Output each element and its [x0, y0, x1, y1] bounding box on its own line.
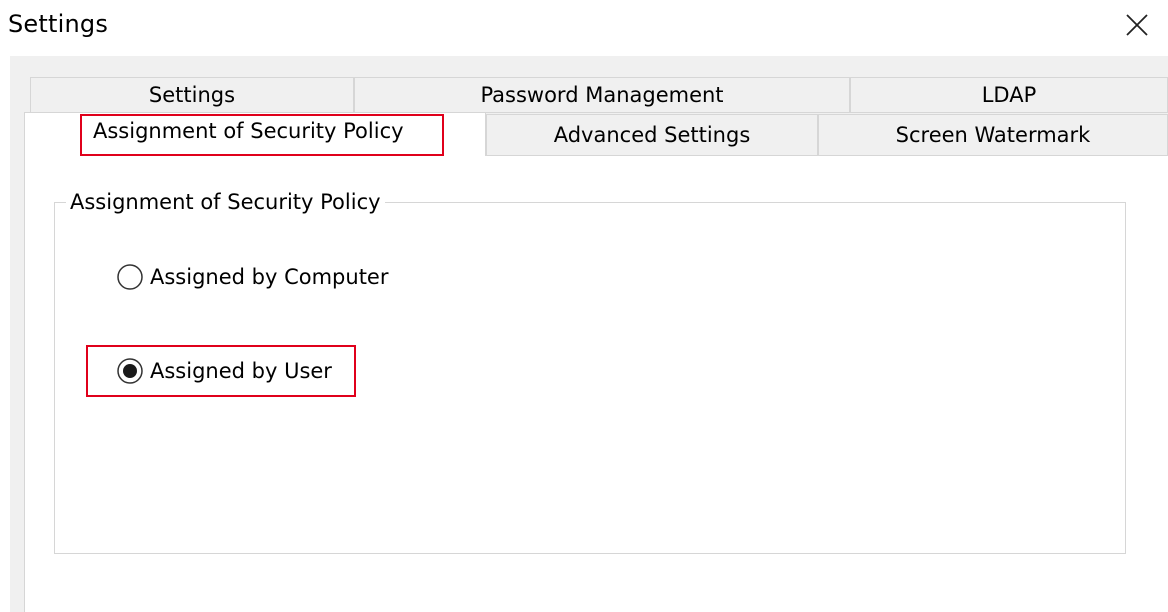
- radio-assigned-by-user[interactable]: Assigned by User: [116, 357, 332, 385]
- radio-unchecked-icon: [117, 264, 143, 290]
- tab-advanced-settings[interactable]: Advanced Settings: [486, 114, 818, 156]
- tab-ldap[interactable]: LDAP: [850, 77, 1168, 113]
- radio-checked-icon: [117, 358, 143, 384]
- tab-settings[interactable]: Settings: [30, 77, 354, 113]
- tab-label: Assignment of Security Policy: [93, 119, 404, 143]
- radio-label: Assigned by Computer: [150, 265, 389, 289]
- tab-label: Password Management: [480, 83, 724, 107]
- groupbox-legend: Assignment of Security Policy: [66, 190, 385, 214]
- radio-label: Assigned by User: [150, 359, 332, 383]
- close-icon: [1126, 14, 1148, 36]
- tab-label: Settings: [148, 83, 236, 107]
- tab-label: Advanced Settings: [553, 123, 751, 147]
- close-button[interactable]: [1124, 12, 1150, 38]
- tab-screen-watermark[interactable]: Screen Watermark: [818, 114, 1168, 156]
- radio-assigned-by-computer[interactable]: Assigned by Computer: [116, 263, 388, 291]
- window-title: Settings: [8, 10, 109, 38]
- tab-assignment-of-security-policy[interactable]: Assignment of Security Policy: [24, 112, 486, 156]
- tab-password-management[interactable]: Password Management: [354, 77, 850, 113]
- tab-label: LDAP: [981, 83, 1037, 107]
- tab-label: Screen Watermark: [895, 123, 1091, 147]
